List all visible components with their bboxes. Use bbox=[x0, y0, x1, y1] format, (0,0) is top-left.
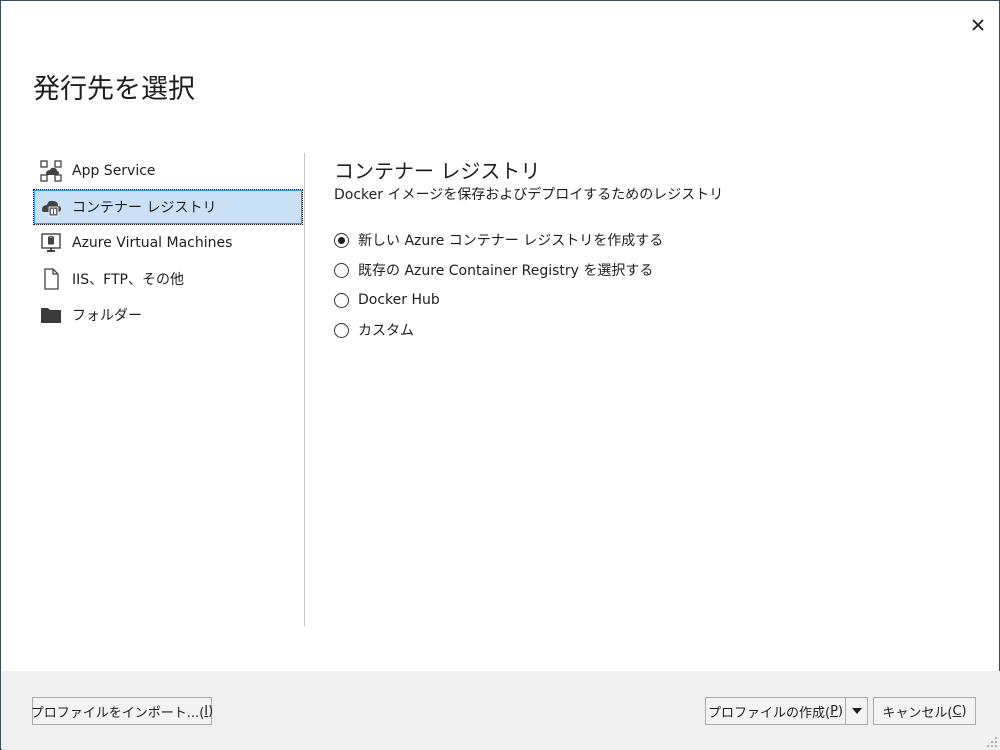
create-profile-dropdown[interactable] bbox=[845, 697, 868, 725]
option-custom[interactable]: カスタム bbox=[334, 315, 663, 345]
radio-unchecked[interactable] bbox=[334, 322, 349, 338]
close-button[interactable] bbox=[965, 13, 991, 37]
section-description: Docker イメージを保存およびデプロイするためのレジストリ bbox=[334, 187, 724, 203]
folder-icon bbox=[38, 302, 64, 328]
cancel-button[interactable]: キャンセル(C) bbox=[873, 697, 976, 725]
nav-item-virtual-machines[interactable]: Azure Virtual Machines bbox=[33, 225, 303, 261]
virtual-machine-icon bbox=[38, 230, 64, 256]
close-icon bbox=[972, 19, 984, 31]
dialog-title: 発行先を選択 bbox=[33, 74, 195, 105]
section-heading: コンテナー レジストリ bbox=[334, 159, 541, 183]
file-icon bbox=[38, 266, 64, 292]
panel-divider bbox=[304, 153, 305, 626]
nav-item-app-service[interactable]: App Service bbox=[33, 153, 303, 189]
nav-item-container-registry[interactable]: コンテナー レジストリ bbox=[33, 189, 303, 225]
publish-dialog: 発行先を選択 App Service コンテナー レジストリ Azure Vir… bbox=[0, 0, 1000, 750]
radio-unchecked[interactable] bbox=[334, 292, 349, 308]
target-nav: App Service コンテナー レジストリ Azure Virtual Ma… bbox=[33, 153, 303, 333]
container-registry-icon bbox=[38, 194, 64, 220]
radio-dot bbox=[338, 236, 345, 244]
app-service-icon bbox=[38, 158, 64, 184]
radio-checked[interactable] bbox=[334, 232, 349, 248]
create-profile-button[interactable]: プロファイルの作成(P) bbox=[705, 697, 846, 725]
option-new-azure-registry[interactable]: 新しい Azure コンテナー レジストリを作成する bbox=[334, 225, 663, 255]
dialog-footer: プロファイルをインポート...(I) プロファイルの作成(P) キャンセル(C) bbox=[2, 671, 1000, 750]
nav-item-folder[interactable]: フォルダー bbox=[33, 297, 303, 333]
resize-grip-icon[interactable] bbox=[986, 736, 998, 748]
import-profile-button[interactable]: プロファイルをインポート...(I) bbox=[31, 697, 213, 725]
registry-options: 新しい Azure コンテナー レジストリを作成する 既存の Azure Con… bbox=[334, 225, 663, 345]
option-existing-azure-registry[interactable]: 既存の Azure Container Registry を選択する bbox=[334, 255, 663, 285]
radio-unchecked[interactable] bbox=[334, 262, 349, 278]
option-docker-hub[interactable]: Docker Hub bbox=[334, 285, 663, 315]
nav-item-iis-ftp[interactable]: IIS、FTP、その他 bbox=[33, 261, 303, 297]
caret-down-icon bbox=[851, 708, 862, 714]
